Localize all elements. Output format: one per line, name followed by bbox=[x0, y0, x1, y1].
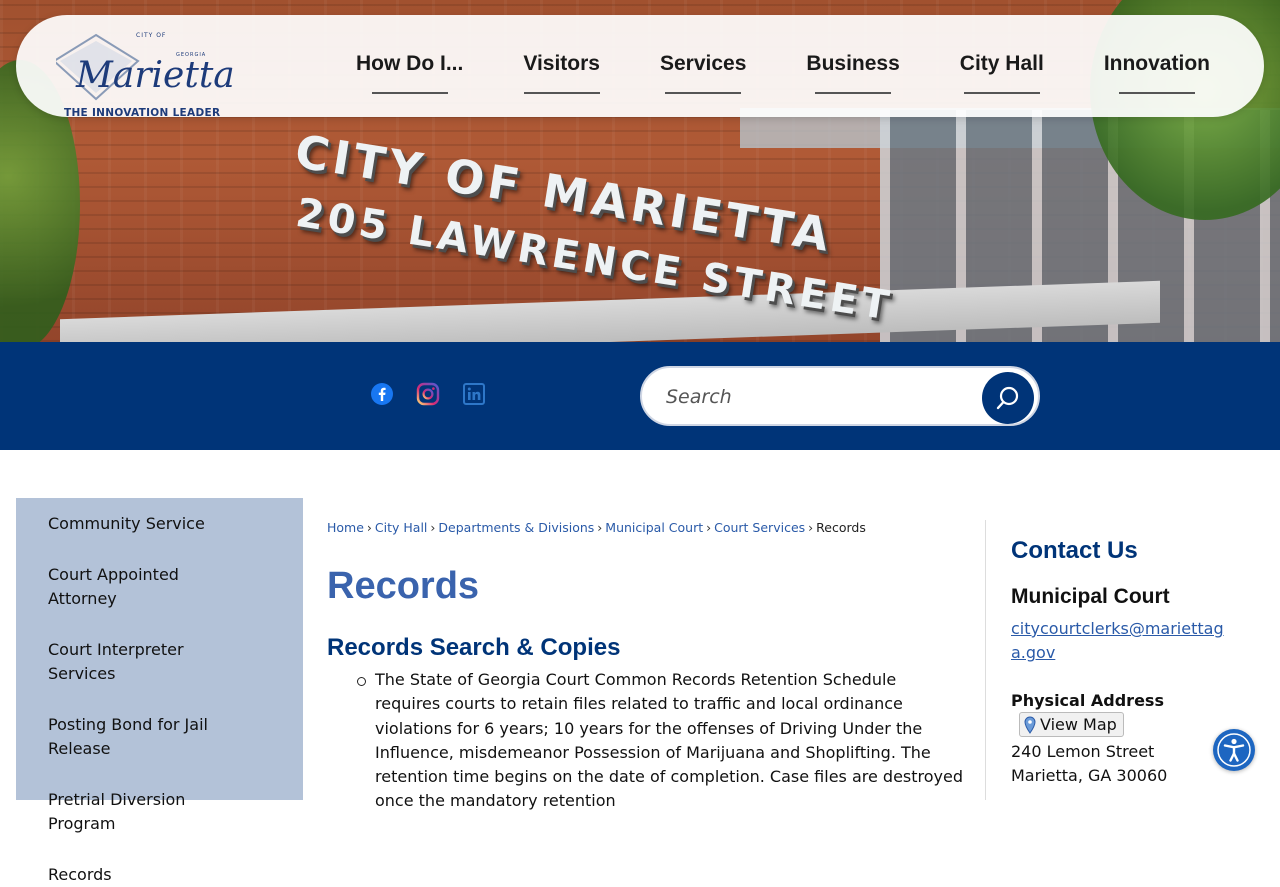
sidebar-item-court-interpreter-services[interactable]: Court Interpreter Services bbox=[48, 638, 248, 686]
accessibility-button[interactable] bbox=[1213, 729, 1255, 771]
breadcrumb-city-hall[interactable]: City Hall bbox=[375, 520, 427, 535]
search-icon bbox=[996, 386, 1019, 410]
breadcrumb-separator: › bbox=[706, 520, 712, 535]
contact-email-link[interactable]: citycourtclerks@mariettaga.gov bbox=[1011, 617, 1236, 665]
sidebar-item-court-appointed-attorney[interactable]: Court Appointed Attorney bbox=[48, 563, 248, 611]
breadcrumb-separator: › bbox=[808, 520, 814, 535]
section-title: Records Search & Copies bbox=[327, 634, 621, 661]
nav-item-city-hall[interactable]: City Hall bbox=[960, 52, 1044, 80]
logo-state: GEORGIA bbox=[176, 52, 206, 58]
nav-menu: How Do I... Visitors Services Business C… bbox=[356, 15, 1210, 117]
records-retention-text: The State of Georgia Court Common Record… bbox=[357, 668, 965, 814]
page-title: Records bbox=[327, 565, 480, 607]
logo-name: Marietta bbox=[75, 55, 235, 96]
sidebar-item-posting-bond[interactable]: Posting Bond for Jail Release bbox=[48, 713, 248, 761]
map-pin-icon bbox=[1024, 715, 1036, 734]
department-name: Municipal Court bbox=[1011, 585, 1170, 608]
breadcrumb: Home › City Hall › Departments & Divisions › M… bbox=[327, 520, 967, 535]
search-button[interactable] bbox=[982, 372, 1034, 424]
breadcrumb-municipal-court[interactable]: Municipal Court bbox=[605, 520, 703, 535]
sidebar-nav: Community Service Court Appointed Attorn… bbox=[16, 498, 303, 884]
search-box bbox=[640, 366, 1040, 426]
breadcrumb-home[interactable]: Home bbox=[327, 520, 364, 535]
breadcrumb-separator: › bbox=[597, 520, 603, 535]
breadcrumb-separator: › bbox=[430, 520, 436, 535]
linkedin-icon[interactable] bbox=[462, 382, 486, 406]
breadcrumb-separator: › bbox=[366, 520, 372, 535]
nav-item-how-do-i[interactable]: How Do I... bbox=[356, 52, 463, 80]
sidebar-item-pretrial-diversion[interactable]: Pretrial Diversion Program bbox=[48, 788, 248, 836]
accessibility-icon bbox=[1217, 733, 1251, 767]
sidebar-item-records[interactable]: Records bbox=[48, 863, 248, 887]
nav-item-innovation[interactable]: Innovation bbox=[1104, 52, 1210, 80]
marietta-logo[interactable]: CITY OF Marietta GEORGIA bbox=[52, 23, 236, 113]
instagram-icon[interactable] bbox=[416, 382, 440, 406]
address-label: Physical Address bbox=[1011, 691, 1164, 710]
contact-title: Contact Us bbox=[1011, 537, 1138, 564]
view-map-button[interactable]: View Map bbox=[1019, 712, 1124, 737]
breadcrumb-departments[interactable]: Departments & Divisions bbox=[438, 520, 594, 535]
sidebar-item-community-service[interactable]: Community Service bbox=[48, 512, 248, 536]
main-content: Home › City Hall › Departments & Divisions › M… bbox=[327, 520, 967, 814]
nav-item-business[interactable]: Business bbox=[806, 52, 899, 80]
view-map-label: View Map bbox=[1040, 715, 1117, 734]
logo-city-of: CITY OF bbox=[136, 32, 166, 39]
search-input[interactable] bbox=[666, 382, 966, 412]
nav-item-services[interactable]: Services bbox=[660, 52, 746, 80]
breadcrumb-current: Records bbox=[816, 520, 866, 535]
facebook-icon[interactable] bbox=[370, 382, 394, 406]
breadcrumb-court-services[interactable]: Court Services bbox=[714, 520, 805, 535]
main-navigation: CITY OF Marietta GEORGIA THE INNOVATION … bbox=[16, 15, 1264, 119]
logo-tagline: THE INNOVATION LEADER bbox=[64, 107, 221, 119]
records-list: The State of Georgia Court Common Record… bbox=[327, 668, 967, 814]
nav-item-visitors[interactable]: Visitors bbox=[523, 52, 600, 80]
marietta-logo-mark: CITY OF Marietta GEORGIA bbox=[52, 32, 235, 101]
